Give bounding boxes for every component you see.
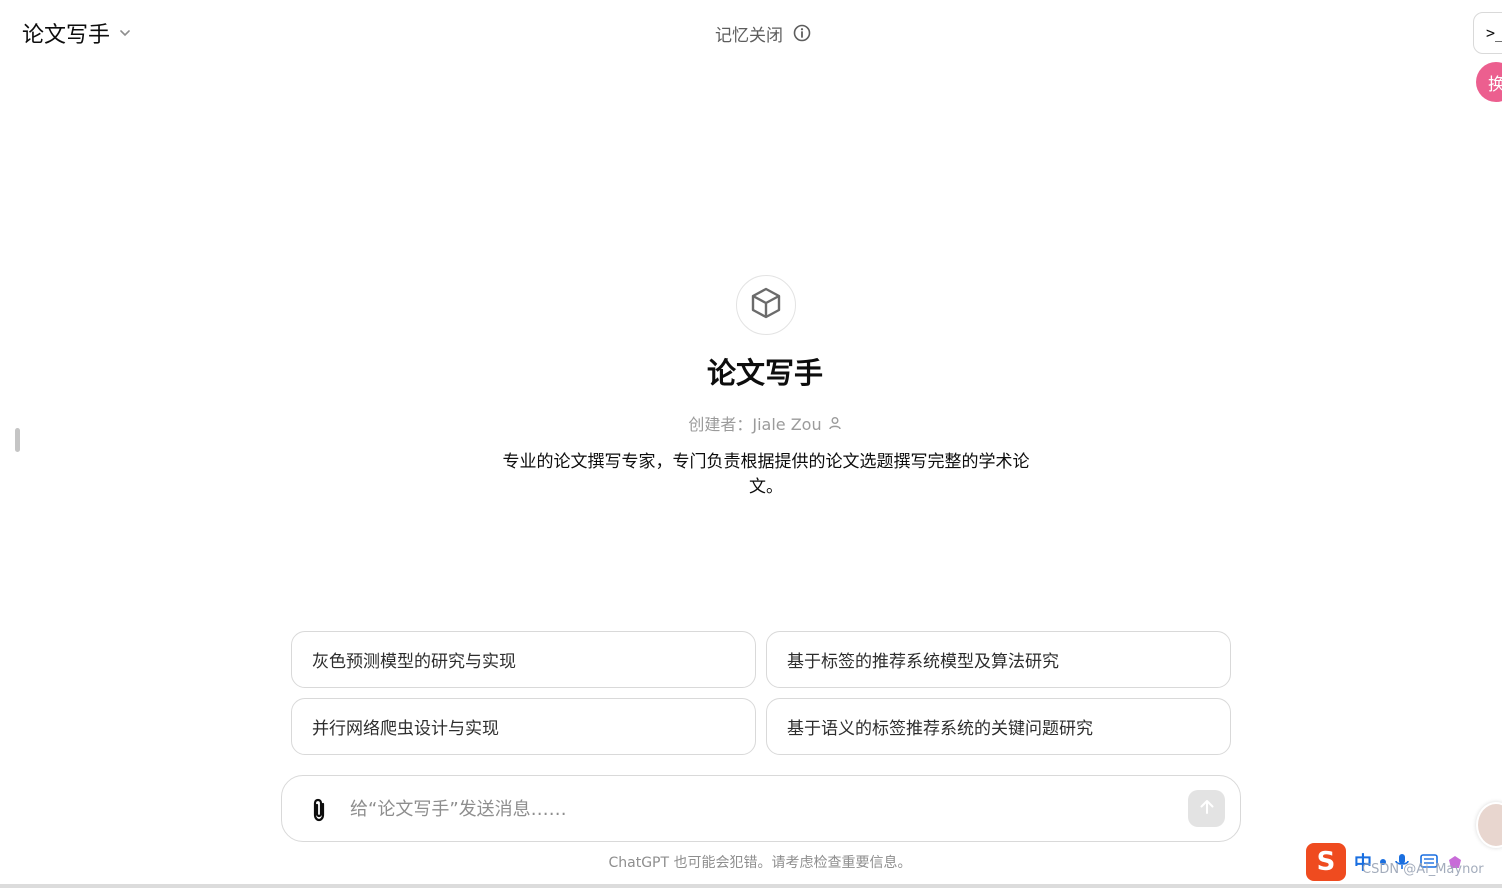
- gpt-name: 论文写手: [706, 356, 823, 390]
- creator-label: 创建者：Jiale Zou: [688, 415, 822, 434]
- csdn-watermark: CSDN @Ai_Maynor: [1362, 862, 1484, 877]
- model-title: 论文写手: [22, 23, 111, 48]
- suggestion-label: 灰色预测模型的研究与实现: [312, 652, 516, 672]
- user-icon: [828, 416, 842, 430]
- chat-page: 论文写手 记忆关闭 >_ 换 论文写手 创建者：Jiale: [0, 0, 1502, 888]
- suggestion-label: 基于语义的标签推荐系统的关键问题研究: [787, 719, 1093, 739]
- cube-icon: [748, 285, 784, 325]
- terminal-label: >_: [1486, 24, 1502, 42]
- paperclip-icon[interactable]: [306, 796, 332, 824]
- arrow-up-icon: [1198, 798, 1216, 819]
- switch-fab-button[interactable]: 换: [1476, 62, 1502, 102]
- bottom-border: [0, 884, 1502, 888]
- chevron-down-icon: [118, 26, 132, 40]
- gpt-creator[interactable]: 创建者：Jiale Zou: [0, 411, 1502, 435]
- suggestion-card[interactable]: 基于标签的推荐系统模型及算法研究: [766, 631, 1231, 688]
- switch-fab-label: 换: [1488, 74, 1502, 95]
- suggestion-label: 基于标签的推荐系统模型及算法研究: [787, 652, 1059, 672]
- gpt-description: 专业的论文撰写专家，专门负责根据提供的论文选题撰写完整的学术论文。: [502, 452, 1030, 497]
- suggestion-label: 并行网络爬虫设计与实现: [312, 719, 499, 739]
- message-composer: [281, 775, 1241, 842]
- suggestion-card[interactable]: 并行网络爬虫设计与实现: [291, 698, 756, 755]
- suggestion-card[interactable]: 灰色预测模型的研究与实现: [291, 631, 756, 688]
- terminal-button[interactable]: >_: [1473, 12, 1502, 54]
- memory-status[interactable]: 记忆关闭: [715, 21, 811, 46]
- model-switcher[interactable]: 论文写手: [22, 17, 132, 49]
- suggestion-card[interactable]: 基于语义的标签推荐系统的关键问题研究: [766, 698, 1231, 755]
- disclaimer-text: ChatGPT 也可能会犯错。请考虑检查重要信息。: [608, 855, 912, 871]
- memory-status-label: 记忆关闭: [715, 25, 783, 46]
- gpt-avatar: [736, 275, 796, 335]
- message-input[interactable]: [350, 792, 1170, 826]
- info-icon[interactable]: [793, 24, 811, 42]
- send-button[interactable]: [1188, 790, 1225, 827]
- ime-logo: S: [1306, 843, 1346, 881]
